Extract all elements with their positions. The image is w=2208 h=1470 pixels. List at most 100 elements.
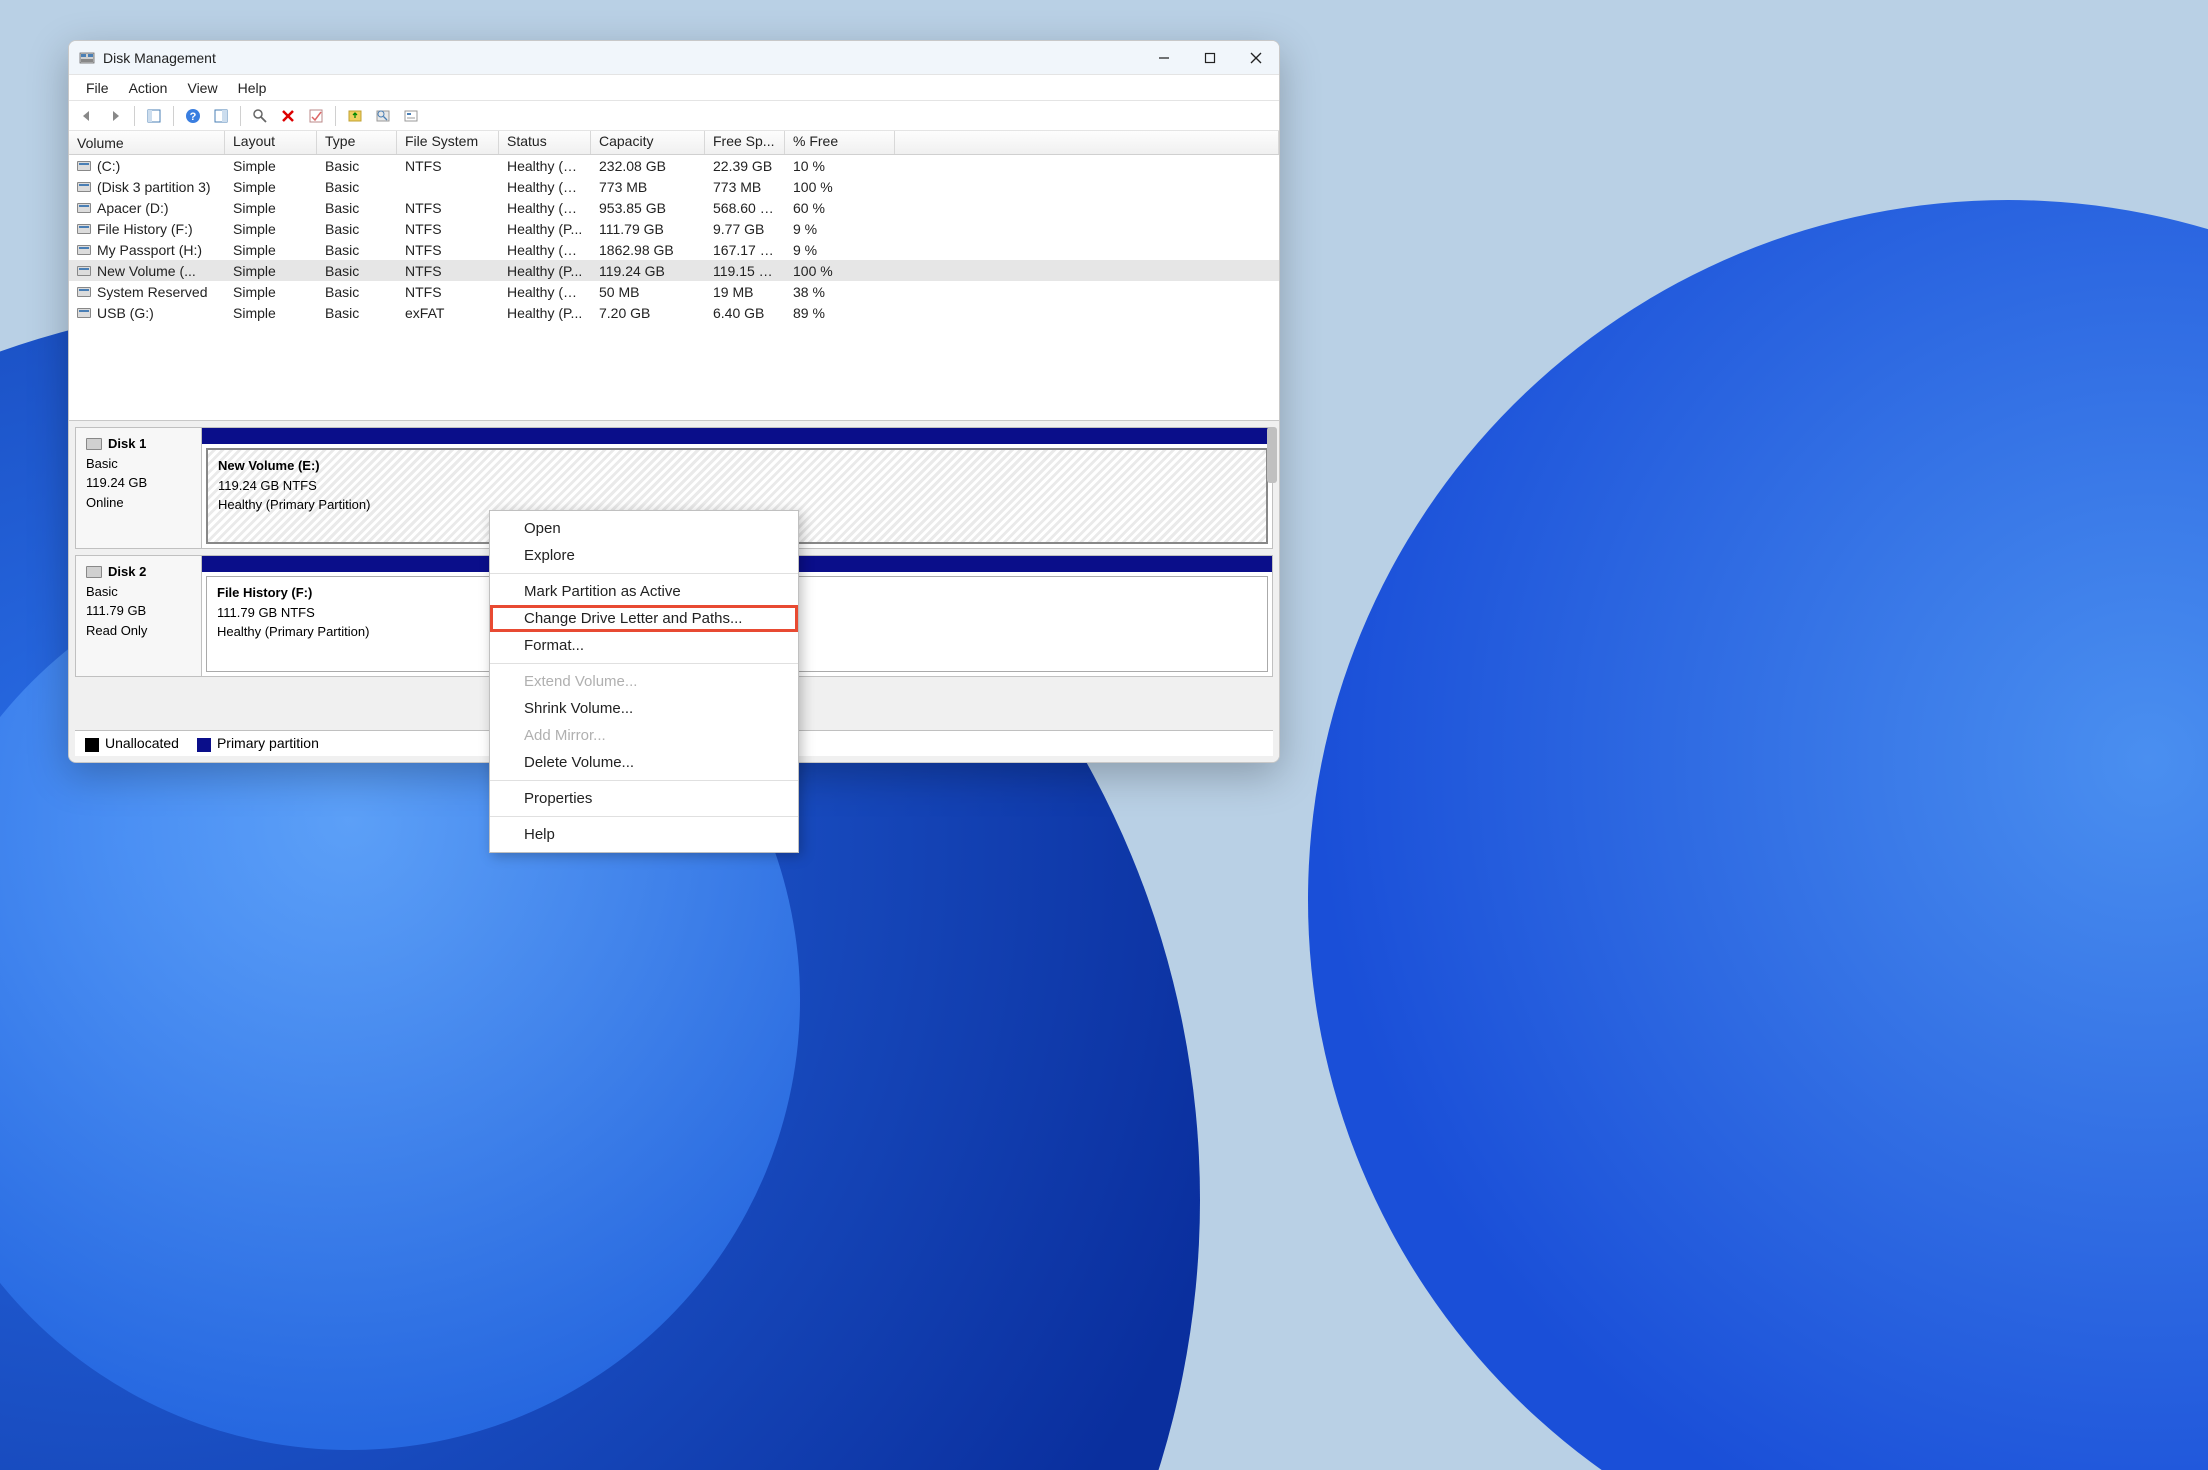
action-1-button[interactable] bbox=[343, 104, 367, 128]
ctx-open[interactable]: Open bbox=[490, 515, 798, 542]
ctx-delete-volume[interactable]: Delete Volume... bbox=[490, 749, 798, 776]
volume-capacity: 7.20 GB bbox=[591, 305, 705, 321]
svg-text:?: ? bbox=[190, 111, 197, 123]
forward-button[interactable] bbox=[103, 104, 127, 128]
help-button[interactable]: ? bbox=[181, 104, 205, 128]
volume-row[interactable]: System ReservedSimpleBasicNTFSHealthy (S… bbox=[69, 281, 1279, 302]
ctx-add-mirror: Add Mirror... bbox=[490, 722, 798, 749]
volume-fs: NTFS bbox=[397, 221, 499, 237]
volume-type: Basic bbox=[317, 179, 397, 195]
col-type[interactable]: Type bbox=[317, 131, 397, 154]
ctx-properties[interactable]: Properties bbox=[490, 785, 798, 812]
disk-state: Read Only bbox=[86, 621, 191, 641]
volume-name: My Passport (H:) bbox=[97, 242, 202, 258]
delete-button[interactable] bbox=[276, 104, 300, 128]
volume-pctfree: 9 % bbox=[785, 221, 895, 237]
rescan-button[interactable] bbox=[248, 104, 272, 128]
volume-status: Healthy (S... bbox=[499, 284, 591, 300]
volume-layout: Simple bbox=[225, 221, 317, 237]
volume-icon bbox=[77, 287, 91, 297]
col-volume[interactable]: Volume bbox=[69, 131, 225, 154]
col-pctfree[interactable]: % Free bbox=[785, 131, 895, 154]
col-filesystem[interactable]: File System bbox=[397, 131, 499, 154]
action-2-button[interactable] bbox=[371, 104, 395, 128]
volume-pctfree: 9 % bbox=[785, 242, 895, 258]
volume-layout: Simple bbox=[225, 158, 317, 174]
disk-icon bbox=[86, 566, 102, 578]
properties-button[interactable] bbox=[304, 104, 328, 128]
volume-freespace: 568.60 GB bbox=[705, 200, 785, 216]
volume-status: Healthy (P... bbox=[499, 263, 591, 279]
volume-layout: Simple bbox=[225, 242, 317, 258]
volume-name: New Volume (... bbox=[97, 263, 196, 279]
volume-freespace: 22.39 GB bbox=[705, 158, 785, 174]
menubar: File Action View Help bbox=[69, 75, 1279, 101]
menu-file[interactable]: File bbox=[77, 78, 118, 98]
volume-status: Healthy (B... bbox=[499, 158, 591, 174]
maximize-button[interactable] bbox=[1187, 41, 1233, 75]
volume-freespace: 19 MB bbox=[705, 284, 785, 300]
disk-icon bbox=[86, 438, 102, 450]
volume-type: Basic bbox=[317, 158, 397, 174]
volume-name: (C:) bbox=[97, 158, 120, 174]
volume-fs: exFAT bbox=[397, 305, 499, 321]
disk-label[interactable]: Disk 1Basic119.24 GBOnline bbox=[76, 428, 202, 548]
volume-row[interactable]: (Disk 3 partition 3)SimpleBasicHealthy (… bbox=[69, 176, 1279, 197]
app-icon bbox=[79, 50, 95, 66]
titlebar[interactable]: Disk Management bbox=[69, 41, 1279, 75]
ctx-shrink-volume[interactable]: Shrink Volume... bbox=[490, 695, 798, 722]
volume-row[interactable]: (C:)SimpleBasicNTFSHealthy (B...232.08 G… bbox=[69, 155, 1279, 176]
back-button[interactable] bbox=[75, 104, 99, 128]
volume-row[interactable]: My Passport (H:)SimpleBasicNTFSHealthy (… bbox=[69, 239, 1279, 260]
ctx-format[interactable]: Format... bbox=[490, 632, 798, 659]
ctx-change-drive-letter[interactable]: Change Drive Letter and Paths... bbox=[490, 605, 798, 632]
action-3-button[interactable] bbox=[399, 104, 423, 128]
volume-icon bbox=[77, 182, 91, 192]
volume-list: Volume Layout Type File System Status Ca… bbox=[69, 131, 1279, 421]
col-capacity[interactable]: Capacity bbox=[591, 131, 705, 154]
volume-capacity: 1862.98 GB bbox=[591, 242, 705, 258]
show-hide-tree-button[interactable] bbox=[142, 104, 166, 128]
volume-layout: Simple bbox=[225, 179, 317, 195]
menu-help[interactable]: Help bbox=[229, 78, 276, 98]
col-status[interactable]: Status bbox=[499, 131, 591, 154]
minimize-button[interactable] bbox=[1141, 41, 1187, 75]
close-button[interactable] bbox=[1233, 41, 1279, 75]
partition-title: New Volume (E:) bbox=[218, 456, 1256, 476]
ctx-help[interactable]: Help bbox=[490, 821, 798, 848]
volume-type: Basic bbox=[317, 200, 397, 216]
disk-name: Disk 2 bbox=[108, 562, 146, 582]
disk-label[interactable]: Disk 2Basic111.79 GBRead Only bbox=[76, 556, 202, 676]
volume-name: (Disk 3 partition 3) bbox=[97, 179, 211, 195]
col-freespace[interactable]: Free Sp... bbox=[705, 131, 785, 154]
volume-layout: Simple bbox=[225, 305, 317, 321]
col-layout[interactable]: Layout bbox=[225, 131, 317, 154]
volume-status: Healthy (B... bbox=[499, 242, 591, 258]
volume-pctfree: 89 % bbox=[785, 305, 895, 321]
volume-fs: NTFS bbox=[397, 263, 499, 279]
col-spacer bbox=[895, 131, 1279, 154]
volume-icon bbox=[77, 203, 91, 213]
ctx-mark-active[interactable]: Mark Partition as Active bbox=[490, 578, 798, 605]
menu-action[interactable]: Action bbox=[120, 78, 177, 98]
volume-icon bbox=[77, 308, 91, 318]
ctx-sep-2 bbox=[490, 663, 798, 664]
volume-capacity: 50 MB bbox=[591, 284, 705, 300]
volume-freespace: 167.17 GB bbox=[705, 242, 785, 258]
volume-row[interactable]: Apacer (D:)SimpleBasicNTFSHealthy (B...9… bbox=[69, 197, 1279, 218]
window-title: Disk Management bbox=[103, 50, 216, 66]
volume-row[interactable]: USB (G:)SimpleBasicexFATHealthy (P...7.2… bbox=[69, 302, 1279, 323]
disk-state: Online bbox=[86, 493, 191, 513]
volume-name: System Reserved bbox=[97, 284, 207, 300]
volume-row[interactable]: New Volume (...SimpleBasicNTFSHealthy (P… bbox=[69, 260, 1279, 281]
ctx-explore[interactable]: Explore bbox=[490, 542, 798, 569]
volume-icon bbox=[77, 266, 91, 276]
refresh-button[interactable] bbox=[209, 104, 233, 128]
scrollbar-thumb[interactable] bbox=[1267, 427, 1277, 483]
menu-view[interactable]: View bbox=[178, 78, 226, 98]
context-menu: Open Explore Mark Partition as Active Ch… bbox=[489, 510, 799, 853]
volume-capacity: 111.79 GB bbox=[591, 221, 705, 237]
volume-capacity: 232.08 GB bbox=[591, 158, 705, 174]
volume-freespace: 773 MB bbox=[705, 179, 785, 195]
volume-row[interactable]: File History (F:)SimpleBasicNTFSHealthy … bbox=[69, 218, 1279, 239]
